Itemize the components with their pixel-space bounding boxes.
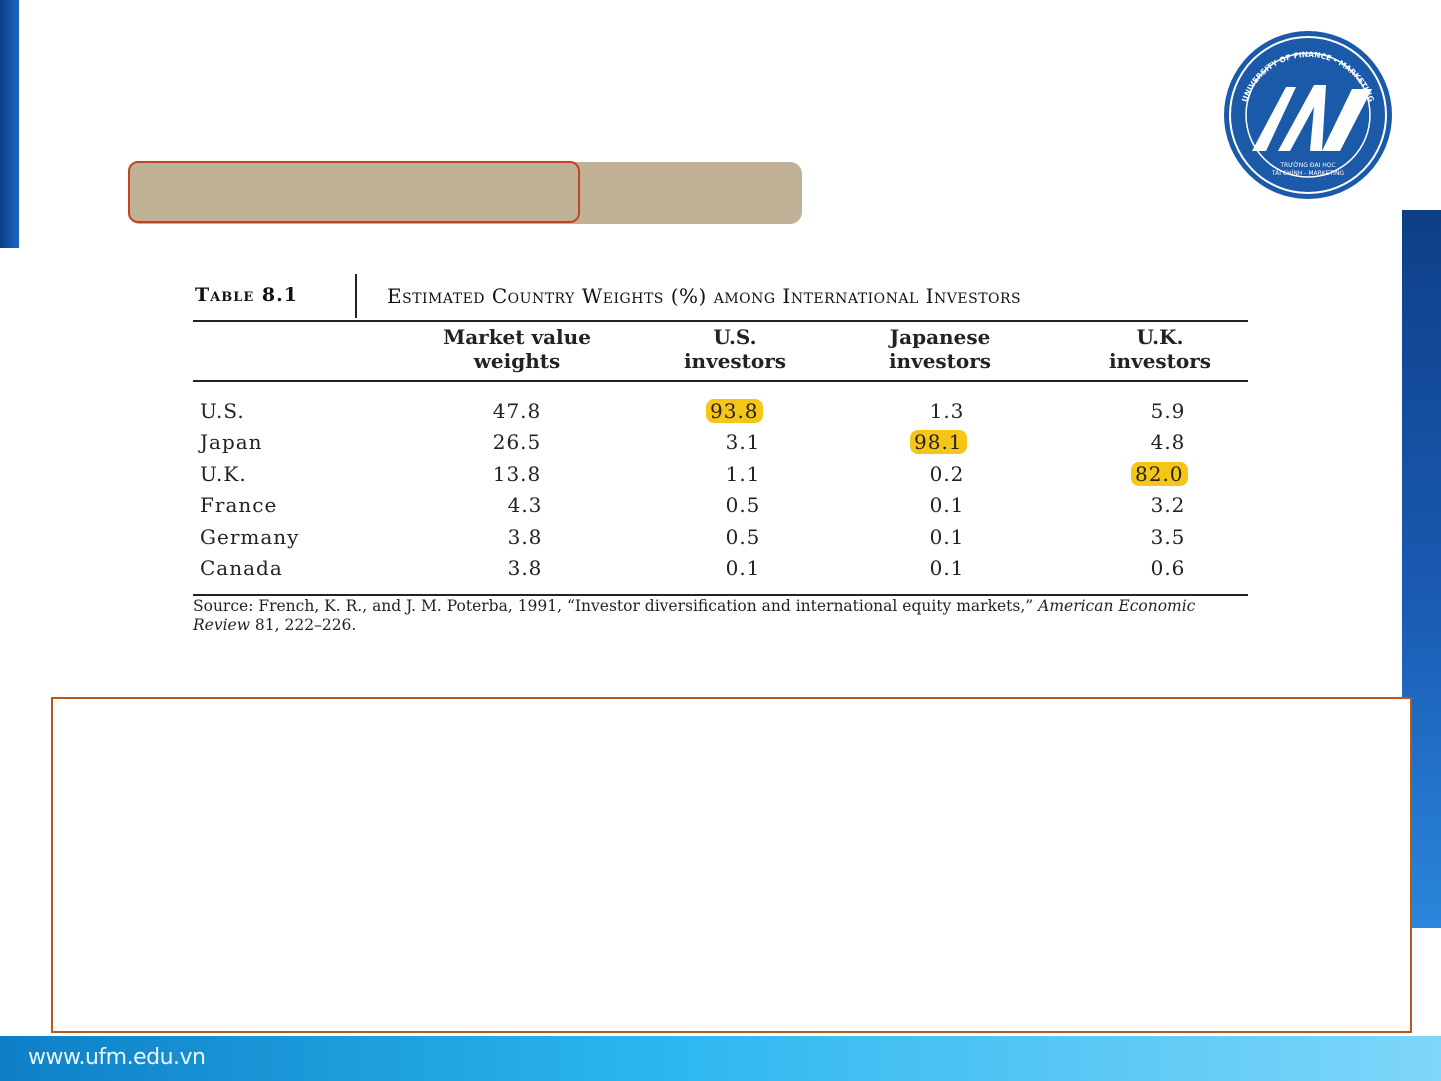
value-cell: 0.5 <box>725 493 761 517</box>
table-caption: Table 8.1 Estimated Country Weights (%) … <box>193 274 1249 319</box>
table-row: Japan 26.5 3.1 98.1 4.8 <box>0 429 1441 460</box>
table-source-note: Source: French, K. R., and J. M. Poterba… <box>193 597 1253 635</box>
table-bottom-rule <box>193 594 1248 596</box>
value-cell: 0.1 <box>725 556 761 580</box>
table-row: France 4.3 0.5 0.1 3.2 <box>0 492 1441 523</box>
value-cell: 4.8 <box>1150 430 1186 454</box>
value-cell: 82.0 <box>1131 461 1188 487</box>
footer-bar: www.ufm.edu.vn <box>0 1036 1441 1081</box>
country-cell: U.S. <box>200 399 245 423</box>
logo-line2: TÀI CHÍNH - MARKETING <box>1271 170 1345 177</box>
value-cell: 0.1 <box>929 493 965 517</box>
value-cell: 1.3 <box>929 399 965 423</box>
slide-title-box <box>128 161 580 223</box>
caption-divider <box>355 274 357 318</box>
table-title: Estimated Country Weights (%) among Inte… <box>387 284 1022 308</box>
value-cell: 0.1 <box>929 556 965 580</box>
country-cell: Germany <box>200 525 300 549</box>
left-accent-bar <box>0 0 19 248</box>
country-cell: U.K. <box>200 462 247 486</box>
value-cell: 13.8 <box>492 462 542 486</box>
value-cell: 3.8 <box>507 525 543 549</box>
footer-url[interactable]: www.ufm.edu.vn <box>28 1045 206 1070</box>
country-cell: France <box>200 493 278 517</box>
value-cell: 26.5 <box>492 430 542 454</box>
header-uk-investors: U.K. investors <box>1108 325 1212 373</box>
value-cell: 93.8 <box>706 398 763 424</box>
table-label: Table 8.1 <box>195 284 298 306</box>
source-suffix: 81, 222–226. <box>250 616 357 634</box>
logo-line1: TRƯỜNG ĐẠI HỌC <box>1279 162 1335 169</box>
value-cell: 5.9 <box>1150 399 1186 423</box>
value-cell: 0.2 <box>929 462 965 486</box>
header-us-investors: U.S. investors <box>683 325 787 373</box>
country-cell: Japan <box>200 430 263 454</box>
value-cell: 3.1 <box>725 430 761 454</box>
table-row: Germany 3.8 0.5 0.1 3.5 <box>0 524 1441 555</box>
table-top-rule <box>193 320 1248 322</box>
table-header-rule <box>193 380 1248 382</box>
table-row: U.S. 47.8 93.8 1.3 5.9 <box>0 398 1441 429</box>
country-cell: Canada <box>200 556 283 580</box>
value-cell: 0.6 <box>1150 556 1186 580</box>
source-text: Source: French, K. R., and J. M. Poterba… <box>193 597 1039 615</box>
value-cell: 4.3 <box>507 493 543 517</box>
highlighted-value: 82.0 <box>1131 462 1188 486</box>
value-cell: 3.2 <box>1150 493 1186 517</box>
header-japanese-investors: Japanese investors <box>888 325 992 373</box>
value-cell: 3.5 <box>1150 525 1186 549</box>
highlighted-value: 98.1 <box>910 430 967 454</box>
table-row: U.K. 13.8 1.1 0.2 82.0 <box>0 461 1441 492</box>
value-cell: 47.8 <box>492 399 542 423</box>
value-cell: 3.8 <box>507 556 543 580</box>
highlighted-value: 93.8 <box>706 399 763 423</box>
value-cell: 1.1 <box>725 462 761 486</box>
value-cell: 98.1 <box>910 429 967 455</box>
content-text-box[interactable] <box>51 697 1412 1033</box>
value-cell: 0.5 <box>725 525 761 549</box>
university-logo: UNIVERSITY OF FINANCE - MARKETING TRƯỜNG… <box>1224 31 1392 199</box>
value-cell: 0.1 <box>929 525 965 549</box>
table-row: Canada 3.8 0.1 0.1 0.6 <box>0 555 1441 586</box>
header-market-value: Market value weights <box>443 325 591 373</box>
